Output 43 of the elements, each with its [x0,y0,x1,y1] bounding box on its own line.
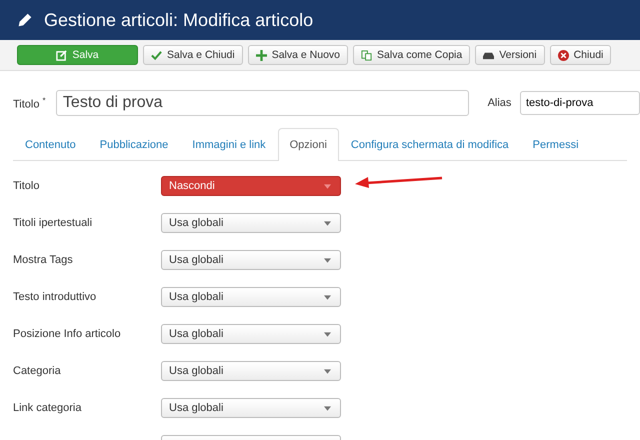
title-field[interactable]: Testo di prova [56,90,469,116]
option-select[interactable]: Nascondi [161,176,341,196]
tab[interactable]: Pubblicazione [88,128,180,161]
option-select[interactable]: Usa globali [161,213,341,233]
close-icon [558,50,569,60]
caret-icon [324,220,331,226]
copy-icon [361,50,372,60]
caret-icon [324,332,331,336]
edit-icon [56,50,68,60]
new-button[interactable]: Salva e Nuovo [248,45,348,65]
versions-button[interactable]: Versioni [475,45,545,65]
tab[interactable]: Immagini e link [180,128,278,161]
option-select[interactable]: Usa globali [161,250,341,270]
copy-button[interactable]: Salva come Copia [353,45,470,65]
option-label: Mostra Tags [13,254,74,266]
option-select[interactable]: Usa globali [161,287,341,307]
tab[interactable]: Contenuto [13,128,88,161]
caret-icon [324,258,331,262]
option-select[interactable]: Usa globali [161,398,341,418]
option-label: Posizione Info articolo [13,328,122,340]
check-button[interactable]: Salva e Chiudi [143,45,243,65]
option-select[interactable]: Usa globali [161,361,341,381]
caret-icon [324,294,331,300]
option-label: Testo introduttivo [13,291,98,303]
page-title: Gestione articoli: Modifica articolo [44,10,314,30]
option-label: Categoria [13,365,62,377]
option-select[interactable]: Usa globali [161,324,341,344]
pencil-icon [16,11,34,29]
option-label: Titoli ipertestuali [13,217,94,229]
option-label: Titolo [13,180,40,192]
caret-icon [324,184,331,188]
alias-label: Alias [488,97,512,109]
check-icon [151,50,162,60]
tab[interactable]: Opzioni [278,128,339,161]
tab[interactable]: Configura schermata di modifica [338,128,521,161]
tab[interactable]: Permessi [520,128,591,161]
title-label: Titolo $^{*}$ [13,96,47,110]
plus-icon [256,50,267,60]
option-label: Link categoria [13,402,82,414]
close-button[interactable]: Chiudi [550,45,612,65]
alias-field[interactable]: testo-di-prova [520,91,640,115]
caret-icon [324,406,331,410]
caret-icon [324,368,331,374]
